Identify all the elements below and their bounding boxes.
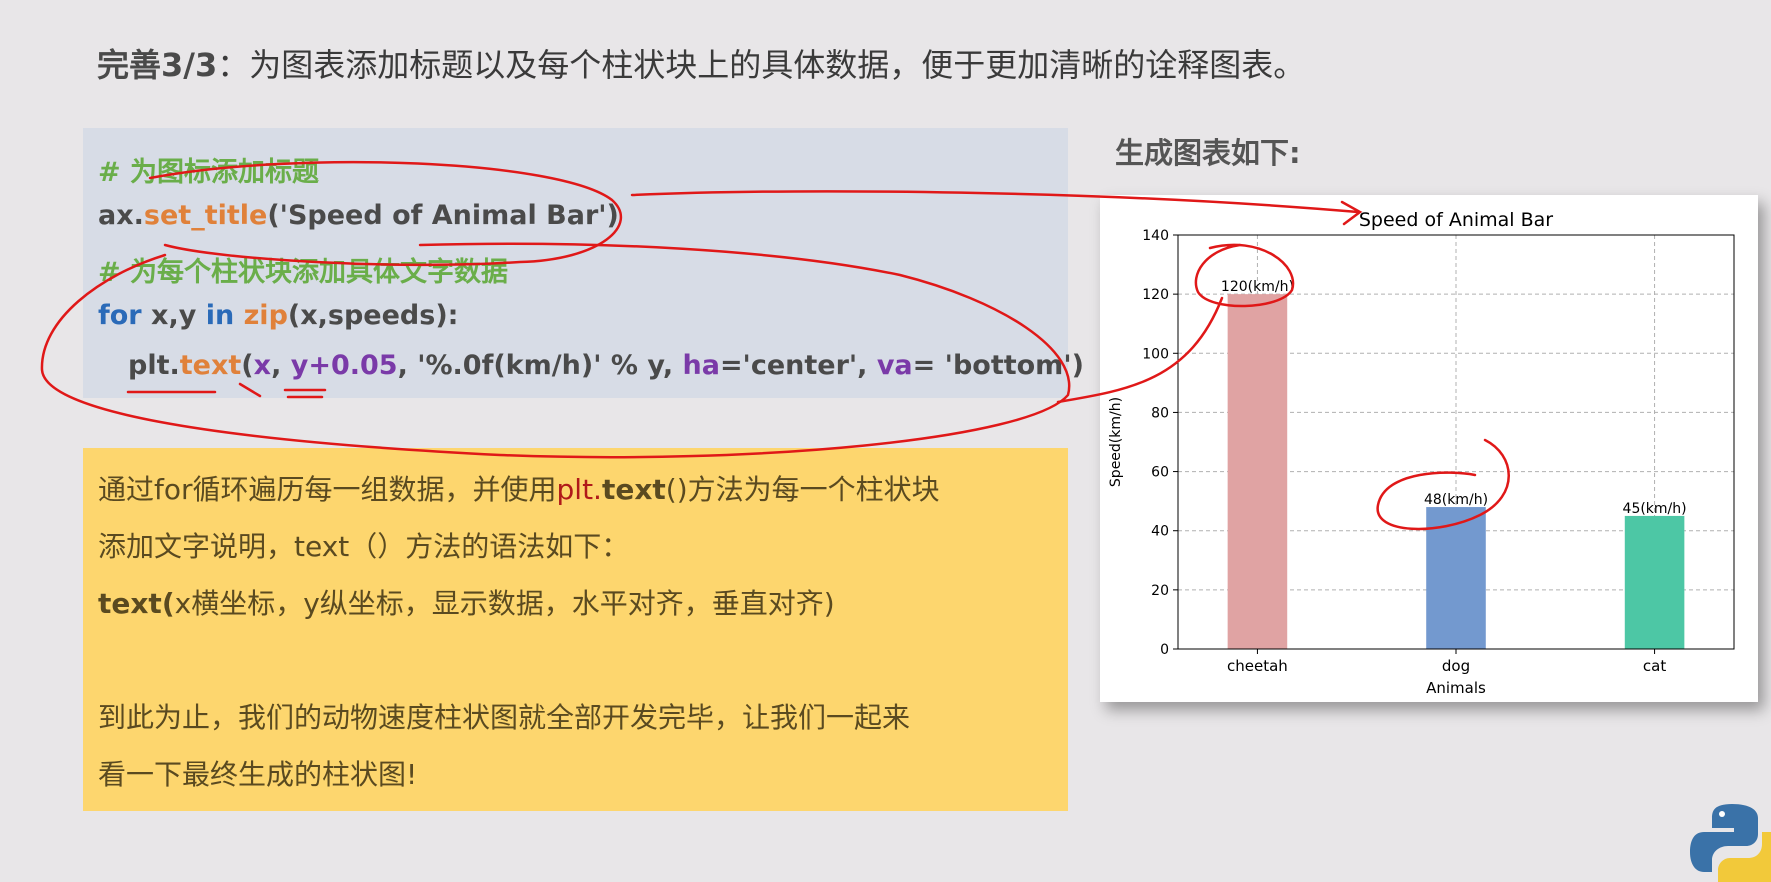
explanation-box: 通过for循环遍历每一组数据，并使用plt.text()方法为每一个柱状块 添加…	[83, 448, 1068, 811]
y-tick-label: 80	[1151, 405, 1169, 421]
y-tick-label: 40	[1151, 524, 1169, 540]
code-token: text	[179, 350, 242, 381]
chart-heading: 生成图表如下:	[1115, 136, 1301, 170]
explain-syntax-fn: text(	[98, 587, 175, 620]
code-token: x,y	[141, 300, 206, 331]
code-line-set-title: ax.set_title('Speed of Animal Bar')	[98, 200, 619, 231]
code-token: plt.	[128, 350, 180, 381]
code-line-for: for x,y in zip(x,speeds):	[98, 300, 458, 331]
explain-line-5: 看一下最终生成的柱状图!	[98, 758, 418, 791]
explain-line-1: 通过for循环遍历每一组数据，并使用plt.text()方法为每一个柱状块	[98, 468, 940, 508]
explain-syntax-args: x横坐标，y纵坐标，显示数据，水平对齐，垂直对齐)	[174, 587, 835, 620]
code-comment-title: # 为图标添加标题	[98, 157, 320, 188]
bar-cat	[1624, 515, 1685, 649]
code-token: , '%.0f(km/h)' % y,	[397, 350, 683, 381]
explain-text: ()方法为每一个柱状块	[665, 473, 940, 506]
code-token: y+0.05	[290, 350, 398, 381]
y-tick-label: 100	[1142, 346, 1169, 362]
code-token: in	[205, 300, 235, 331]
data-label-cat: 45(km/h)	[1623, 501, 1687, 517]
data-label-dog: 48(km/h)	[1424, 492, 1488, 508]
code-token: zip	[243, 300, 288, 331]
explain-plt: plt.	[556, 473, 602, 506]
bar-dog	[1426, 507, 1486, 649]
explain-line-2: 添加文字说明，text（）方法的语法如下：	[98, 530, 630, 563]
code-token: ('Speed of Animal Bar')	[267, 200, 619, 231]
code-token: for	[98, 300, 142, 331]
code-token: set_title	[143, 200, 268, 231]
x-tick-label-cat: cat	[1643, 657, 1666, 675]
code-token: ='center',	[719, 350, 877, 381]
code-token: ,	[271, 350, 291, 381]
chart-title: Speed of Animal Bar	[1359, 209, 1553, 231]
bar-cheetah	[1227, 294, 1288, 649]
code-token: x	[253, 350, 272, 381]
y-tick-label: 0	[1160, 642, 1169, 658]
page-heading: 完善3/3：为图表添加标题以及每个柱状块上的具体数据，便于更加清晰的诠释图表。	[97, 40, 1305, 86]
data-label-cheetah: 120(km/h)	[1221, 279, 1294, 295]
y-tick-label: 20	[1151, 583, 1169, 599]
bar-chart: 120(km/h) 48(km/h) 45(km/h) 0 20 40 60 80 100 12…	[1108, 209, 1735, 697]
x-tick-label-dog: dog	[1442, 657, 1470, 675]
y-axis-label: Speed(km/h)	[1108, 397, 1124, 487]
code-block: # 为图标添加标题 ax.set_title('Speed of Animal …	[83, 128, 1084, 398]
explain-line-3: text(x横坐标，y纵坐标，显示数据，水平对齐，垂直对齐)	[98, 582, 835, 622]
python-logo-icon	[1690, 804, 1771, 882]
x-tick-label-cheetah: cheetah	[1227, 657, 1288, 675]
chart-panel: 120(km/h) 48(km/h) 45(km/h) 0 20 40 60 80 100 12…	[1100, 195, 1758, 702]
y-tick-label: 140	[1142, 228, 1169, 244]
code-comment-labels: # 为每个柱状块添加具体文字数据	[98, 257, 509, 288]
y-tick-label: 120	[1142, 287, 1169, 303]
explain-line-4: 到此为止，我们的动物速度柱状图就全部开发完毕，让我们一起来	[98, 701, 911, 734]
code-token: (	[241, 350, 254, 381]
code-token: = 'bottom')	[912, 350, 1084, 381]
heading-text: ：为图表添加标题以及每个柱状块上的具体数据，便于更加清晰的诠释图表。	[217, 46, 1306, 84]
code-token: ax.	[98, 200, 144, 231]
code-token: (x,speeds):	[287, 300, 459, 331]
code-line-text: plt.text(x, y+0.05, '%.0f(km/h)' % y, ha…	[128, 350, 1084, 381]
explain-text-method: text	[601, 473, 666, 506]
step-label: 完善3/3	[97, 46, 218, 84]
code-token: va	[876, 350, 913, 381]
x-axis-label: Animals	[1426, 679, 1486, 697]
explain-text: 通过for循环遍历每一组数据，并使用	[98, 473, 557, 506]
code-token: ha	[682, 350, 720, 381]
y-tick-label: 60	[1151, 465, 1169, 481]
